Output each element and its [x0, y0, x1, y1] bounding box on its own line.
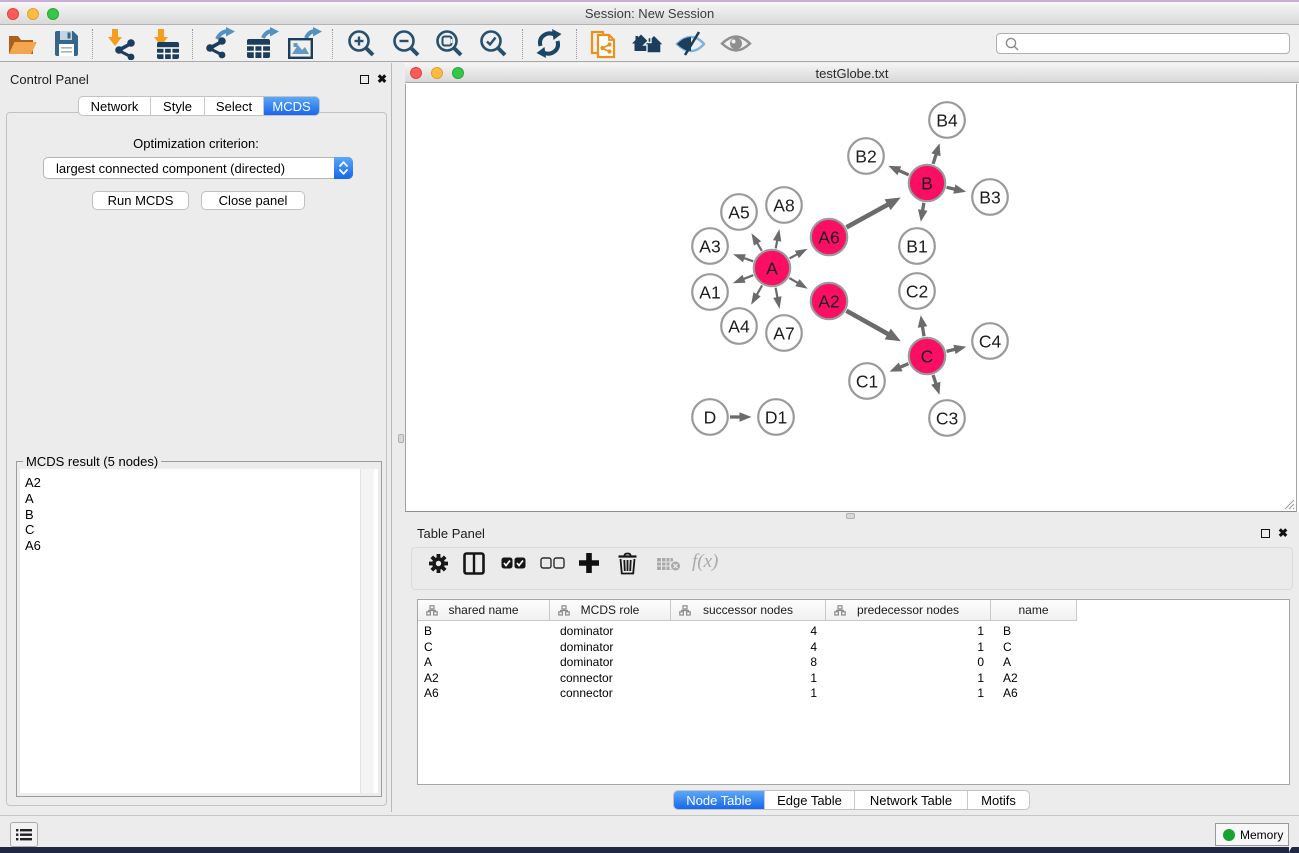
svg-text:C1: C1 — [856, 372, 878, 392]
svg-text:A5: A5 — [728, 203, 749, 223]
svg-text:B3: B3 — [979, 188, 1000, 208]
svg-text:C2: C2 — [906, 282, 928, 302]
svg-text:A8: A8 — [773, 196, 794, 216]
svg-text:B2: B2 — [855, 147, 876, 167]
svg-text:C4: C4 — [979, 332, 1002, 352]
svg-text:B4: B4 — [936, 111, 958, 131]
svg-text:A2: A2 — [818, 292, 839, 312]
svg-text:B: B — [921, 174, 933, 194]
svg-text:A6: A6 — [818, 228, 839, 248]
svg-text:C3: C3 — [936, 409, 958, 429]
svg-text:A3: A3 — [699, 237, 720, 257]
svg-text:A7: A7 — [773, 324, 794, 344]
svg-text:D: D — [704, 408, 717, 428]
svg-text:A: A — [766, 259, 778, 279]
svg-text:C: C — [921, 347, 934, 367]
svg-text:A1: A1 — [699, 283, 720, 303]
svg-text:A4: A4 — [728, 317, 750, 337]
svg-text:D1: D1 — [765, 408, 787, 428]
svg-text:B1: B1 — [906, 237, 927, 257]
